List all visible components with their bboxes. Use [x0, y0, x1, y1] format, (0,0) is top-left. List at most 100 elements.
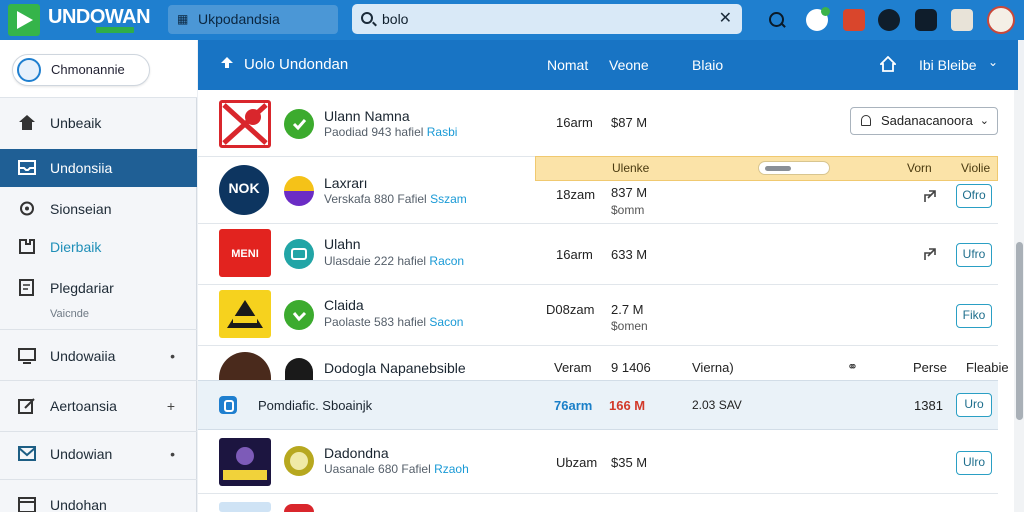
chevron-down-icon[interactable]: ⌄	[988, 55, 998, 69]
list-item[interactable]: Ulann Namna Paodiad 943 hafiel Rasbi 16a…	[198, 90, 998, 157]
app-meta: Ulasdaie 222 hafiel Racon	[324, 254, 464, 268]
app-col-b: 9 1406	[611, 360, 651, 375]
share-icon[interactable]	[922, 188, 938, 204]
selected-list-item[interactable]: Pomdiafic. Sboainjk 76arm 166 M 2.03 SAV…	[198, 380, 998, 430]
app-meta-text: Ulasdaie 222 hafiel	[324, 254, 427, 268]
app-col-a: 76arm	[554, 398, 593, 413]
sidebar-item-label: Undowaiia	[50, 348, 116, 364]
cart-icon[interactable]	[878, 9, 900, 31]
home-icon	[19, 115, 35, 130]
sidebar-item-documents[interactable]: Plegdariar	[0, 269, 197, 307]
app-col-d: Perse	[913, 360, 947, 375]
app-meta-link[interactable]: Rasbi	[427, 125, 458, 139]
app-name: Dadondna	[324, 445, 389, 461]
sidebar-item-extensions[interactable]: Dierbaik	[0, 228, 197, 266]
sidebar-item-home[interactable]: Unbeaik	[0, 104, 197, 142]
search-icon	[361, 12, 373, 24]
app-col-a: 16arm	[556, 115, 593, 130]
sidebar-item-window[interactable]: Undohan	[0, 486, 197, 512]
app-meta-text: Verskafa 880 Fafiel	[324, 192, 427, 206]
list-item[interactable]: MENI Ulahn Ulasdaie 222 hafiel Racon 16a…	[198, 224, 998, 285]
sidebar-item-label: Undonsiia	[50, 160, 113, 176]
app-meta-link[interactable]: Rzaoh	[434, 462, 469, 476]
sidebar-item-mail[interactable]: Undowian •	[0, 435, 197, 473]
sidebar-item-edit[interactable]: Aertoansia +	[0, 387, 197, 425]
message-icon	[284, 239, 314, 269]
app-small-icon	[219, 396, 237, 414]
app-badge-icon	[284, 504, 314, 512]
app-col-a: 18zam	[556, 187, 596, 202]
filter-dropdown[interactable]: Sadanacanoora ⌄	[850, 107, 998, 135]
filter-dropdown-label: Sadanacanoora	[881, 113, 973, 128]
home-icon[interactable]	[880, 56, 896, 72]
chevron-down-icon: ⌄	[979, 115, 989, 127]
share-icon[interactable]	[922, 246, 938, 262]
app-thumbnail	[219, 438, 271, 486]
app-col-a: Ubzam	[556, 455, 598, 470]
brand-underline	[96, 27, 134, 33]
svg-text:NOK: NOK	[228, 180, 259, 196]
link-icon: ⚭	[847, 359, 858, 374]
app-col-b: $35 M	[611, 455, 648, 470]
app-col-c: Vierna)	[692, 360, 734, 375]
scrollbar[interactable]	[1014, 90, 1024, 512]
search-button-icon[interactable]	[766, 9, 788, 31]
avatar[interactable]	[987, 6, 1015, 34]
account-switcher[interactable]: Chmonannie	[12, 54, 150, 86]
window-icon	[18, 497, 36, 512]
sidebar-item-label: Undowian	[50, 446, 113, 462]
row-action-button[interactable]: Uro	[956, 393, 992, 417]
sidebar-item-label: Sionseian	[50, 201, 112, 217]
app-meta: Verskafa 880 Fafiel Sszam	[324, 192, 467, 206]
app-col-b-sub: $omm	[611, 203, 645, 217]
sidebar-header: Chmonannie	[0, 40, 197, 98]
upload-icon[interactable]	[220, 56, 234, 70]
row-action-button[interactable]: Ufro	[956, 243, 992, 267]
sidebar-item-display[interactable]: Undowaiia •	[0, 337, 197, 375]
account-label: Chmonannie	[51, 62, 125, 77]
add-icon[interactable]: +	[167, 387, 175, 425]
row-action-button[interactable]: Fiko	[956, 304, 992, 328]
row-action-button[interactable]: Ulro	[956, 451, 992, 475]
app-logo[interactable]	[8, 4, 40, 36]
list-item[interactable]: NOK Laxrarı Verskafa 880 Fafiel Sszam 18…	[198, 157, 998, 224]
sidebar-item-active[interactable]: Undonsiia	[0, 149, 197, 187]
app-col-b: 633 M	[611, 247, 648, 262]
list-item[interactable]: Dodogla Napanebsible Veram 9 1406 Vierna…	[198, 346, 1009, 380]
apps-icon[interactable]	[915, 9, 937, 31]
gear-icon	[20, 201, 34, 216]
app-brand: UNDOWAN	[48, 6, 151, 28]
list-item[interactable]: Claida Paolaste 583 hafiel Sacon D08zam …	[198, 285, 998, 346]
monitor-icon	[18, 348, 36, 364]
app-meta-link[interactable]: Sszam	[430, 192, 467, 206]
app-col-a: 16arm	[556, 247, 593, 262]
notification-icon[interactable]	[806, 7, 830, 31]
column-header-version[interactable]: Veone	[609, 57, 649, 73]
app-meta: Paolaste 583 hafiel Sacon	[324, 315, 463, 329]
app-meta-link[interactable]: Racon	[429, 254, 464, 268]
column-header-status[interactable]: Blaio	[692, 57, 723, 73]
app-col-b: $87 M	[611, 115, 648, 130]
app-col-b: 2.7 M	[611, 302, 644, 317]
list-item[interactable]	[198, 494, 998, 512]
sidebar-item-label: Unbeaik	[50, 115, 102, 131]
column-header-name[interactable]: Nomat	[547, 57, 588, 73]
alert-icon[interactable]	[843, 9, 865, 31]
column-header-options[interactable]: Ibi Bleibe	[919, 57, 977, 73]
app-meta-link[interactable]: Sacon	[429, 315, 463, 329]
more-dot-icon: •	[170, 446, 175, 462]
workspace-field[interactable]: ▦ Ukpodandsia	[168, 5, 338, 34]
profile-icon[interactable]	[951, 9, 973, 31]
row-action-button[interactable]: Ofro	[956, 184, 992, 208]
scrollbar-thumb[interactable]	[1016, 242, 1023, 420]
list-item[interactable]: Dadondna Uasanale 680 Fafiel Rzaoh Ubzam…	[198, 431, 998, 494]
app-meta: Uasanale 680 Fafiel Rzaoh	[324, 462, 469, 476]
app-name: Laxrarı	[324, 175, 368, 191]
clear-search-icon[interactable]: ✕	[719, 4, 732, 34]
app-col-d: 1381	[914, 398, 943, 413]
search-input[interactable]: bolo ✕	[352, 4, 742, 34]
sidebar-item-settings[interactable]: Sionseian	[0, 190, 197, 228]
app-col-e: Fleabie	[966, 360, 1009, 375]
app-name: Dodogla Napanebsible	[324, 360, 466, 376]
grid-icon: ▦	[177, 12, 189, 26]
